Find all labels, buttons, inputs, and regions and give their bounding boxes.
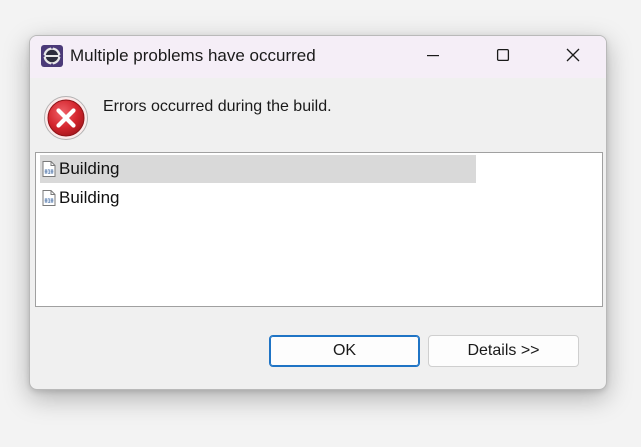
eclipse-icon [41,45,63,67]
minimize-button[interactable] [410,36,456,78]
binary-file-icon: 010 [42,161,56,177]
problems-dialog: Multiple problems have occurred Errors o… [29,35,607,390]
maximize-icon [495,47,511,68]
binary-file-icon: 010 [42,190,56,206]
ok-button[interactable]: OK [269,335,420,367]
list-item[interactable]: 010 Building [40,155,476,183]
list-item-label: Building [59,159,120,178]
details-button[interactable]: Details >> [428,335,579,367]
problem-list[interactable]: 010 Building 010 Building [35,152,603,307]
title-bar[interactable]: Multiple problems have occurred [30,36,606,78]
error-message: Errors occurred during the build. [103,98,332,115]
close-icon [565,47,581,68]
list-item-label: Building [59,188,120,207]
minimize-icon [425,47,441,68]
list-item[interactable]: 010 Building [40,184,476,212]
maximize-button[interactable] [480,36,526,78]
error-icon [43,95,89,141]
svg-text:010: 010 [44,198,53,204]
close-button[interactable] [550,36,596,78]
svg-text:010: 010 [44,169,53,175]
window-title: Multiple problems have occurred [70,46,316,65]
